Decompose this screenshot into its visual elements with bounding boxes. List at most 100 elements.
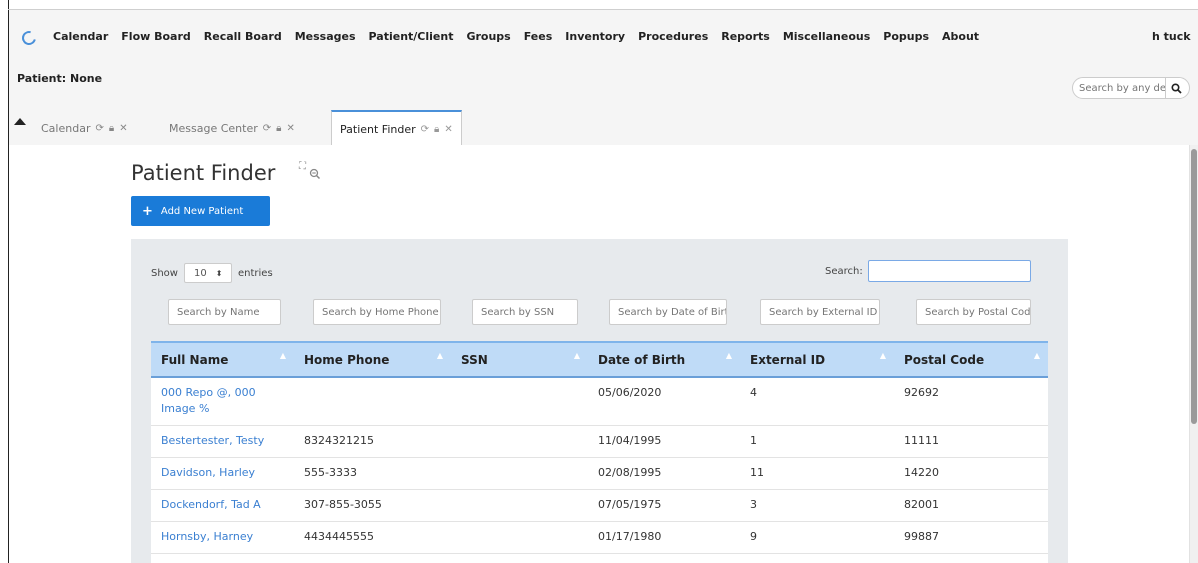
cell-dob: 01/17/1980 xyxy=(588,521,740,554)
filter-external-id-input[interactable] xyxy=(760,299,880,325)
filter-name-input[interactable] xyxy=(168,299,281,325)
cell-dob: 11/04/1995 xyxy=(588,425,740,458)
cell-ssn xyxy=(451,489,588,522)
app-logo-icon[interactable] xyxy=(19,28,39,48)
chevron-down-icon: ⬍ xyxy=(215,268,223,278)
cell-home-phone xyxy=(294,553,451,563)
column-header-dob[interactable]: Date of Birth ▲ xyxy=(588,341,740,378)
tab-label: Message Center xyxy=(169,121,258,135)
column-header-label: SSN xyxy=(461,352,488,367)
cell-dob: 07/05/1975 xyxy=(588,489,740,522)
cell-full-name[interactable]: Dockendorf, Tad A xyxy=(151,489,294,522)
tab-patient-finder[interactable]: Patient Finder ⟳ 🔒︎ ✕ xyxy=(331,110,462,147)
menu-inventory[interactable]: Inventory xyxy=(565,30,625,43)
user-menu[interactable]: h tuck xyxy=(1152,30,1191,43)
zoom-icon[interactable] xyxy=(309,168,321,184)
menu-calendar[interactable]: Calendar xyxy=(53,30,108,43)
table-row[interactable]: Huckster, Harald H 01/06/1971 8 14220 xyxy=(151,553,1048,563)
search-label: Search: xyxy=(825,265,863,277)
filter-ssn-input[interactable] xyxy=(472,299,578,325)
table-row[interactable]: Dockendorf, Tad A 307-855-3055 07/05/197… xyxy=(151,489,1048,522)
cell-postal-code: 99887 xyxy=(894,521,1048,554)
table-search-input[interactable] xyxy=(867,260,1031,282)
entries-select[interactable]: 10 ⬍ xyxy=(183,263,232,283)
cell-postal-code: 92692 xyxy=(894,377,1048,426)
column-header-home-phone[interactable]: Home Phone ▲ xyxy=(294,341,451,378)
show-label: Show xyxy=(151,267,178,279)
filter-postal-code-input[interactable] xyxy=(916,299,1031,325)
cell-external-id: 4 xyxy=(740,377,894,426)
add-new-patient-label: Add New Patient xyxy=(160,205,244,217)
sort-icon: ▲ xyxy=(436,351,443,360)
entries-value: 10 xyxy=(193,267,207,279)
expand-icon[interactable]: ⛶ xyxy=(299,161,306,172)
column-header-full-name[interactable]: Full Name ▲ xyxy=(151,341,294,378)
sort-icon: ▲ xyxy=(1033,351,1040,360)
menu-about[interactable]: About xyxy=(942,30,979,43)
search-icon xyxy=(1171,82,1182,94)
cell-dob: 02/08/1995 xyxy=(588,457,740,490)
menu-messages[interactable]: Messages xyxy=(295,30,356,43)
table-header-row: Full Name ▲ Home Phone ▲ SSN ▲ Date of Birt… xyxy=(151,341,1048,378)
global-search-input[interactable] xyxy=(1073,79,1165,97)
tab-message-center[interactable]: Message Center ⟳ 🔒︎ ✕ xyxy=(169,110,295,146)
column-header-postal-code[interactable]: Postal Code ▲ xyxy=(894,341,1048,378)
add-new-patient-button[interactable]: + Add New Patient xyxy=(131,196,270,226)
menu-recall-board[interactable]: Recall Board xyxy=(204,30,282,43)
sort-icon: ▲ xyxy=(879,351,886,360)
current-patient-label: Patient: None xyxy=(17,72,103,85)
close-icon[interactable]: ✕ xyxy=(286,123,294,134)
lock-icon[interactable]: 🔒︎ xyxy=(109,123,114,134)
scrollbar-thumb[interactable] xyxy=(1191,149,1197,424)
column-header-ssn[interactable]: SSN ▲ xyxy=(451,341,588,378)
menu-miscellaneous[interactable]: Miscellaneous xyxy=(783,30,870,43)
top-navigation: Calendar Flow Board Recall Board Message… xyxy=(9,10,1198,147)
patient-table: Full Name ▲ Home Phone ▲ SSN ▲ Date of Birt… xyxy=(151,341,1048,563)
cell-full-name[interactable]: Hornsby, Harney xyxy=(151,521,294,554)
refresh-icon[interactable]: ⟳ xyxy=(95,123,103,134)
column-header-label: External ID xyxy=(750,352,826,367)
global-search-button[interactable] xyxy=(1165,78,1187,98)
filter-dob-input[interactable] xyxy=(609,299,727,325)
cell-full-name[interactable]: Huckster, Harald H xyxy=(151,553,294,563)
tab-label: Patient Finder xyxy=(340,123,416,136)
refresh-icon[interactable]: ⟳ xyxy=(421,124,429,135)
menu-fees[interactable]: Fees xyxy=(524,30,553,43)
tab-calendar[interactable]: Calendar ⟳ 🔒︎ ✕ xyxy=(41,110,128,146)
close-icon[interactable]: ✕ xyxy=(444,124,452,135)
entries-length-control: Show 10 ⬍ entries xyxy=(151,263,273,283)
menu-patient-client[interactable]: Patient/Client xyxy=(369,30,454,43)
column-header-label: Home Phone xyxy=(304,352,390,367)
vertical-scrollbar[interactable] xyxy=(1189,145,1198,563)
main-menu: Calendar Flow Board Recall Board Message… xyxy=(53,30,992,43)
cell-home-phone: 555-3333 xyxy=(294,457,451,490)
lock-icon[interactable]: 🔒︎ xyxy=(434,124,439,135)
cell-full-name[interactable]: Bestertester, Testy xyxy=(151,425,294,458)
cell-ssn xyxy=(451,425,588,458)
cell-external-id: 3 xyxy=(740,489,894,522)
lock-icon[interactable]: 🔒︎ xyxy=(276,123,281,134)
table-row[interactable]: Davidson, Harley 555-3333 02/08/1995 11 … xyxy=(151,457,1048,490)
menu-popups[interactable]: Popups xyxy=(883,30,929,43)
entries-label: entries xyxy=(237,267,273,279)
cell-home-phone xyxy=(294,377,451,426)
cell-dob: 05/06/2020 xyxy=(588,377,740,426)
close-icon[interactable]: ✕ xyxy=(119,123,127,134)
menu-groups[interactable]: Groups xyxy=(466,30,510,43)
cell-external-id: 8 xyxy=(740,553,894,563)
refresh-icon[interactable]: ⟳ xyxy=(263,123,271,134)
table-row[interactable]: Hornsby, Harney 4434445555 01/17/1980 9 … xyxy=(151,521,1048,554)
column-header-external-id[interactable]: External ID ▲ xyxy=(740,341,894,378)
cell-full-name[interactable]: 000 Repo @, 000 Image % xyxy=(151,377,294,426)
cell-full-name[interactable]: Davidson, Harley xyxy=(151,457,294,490)
menu-flow-board[interactable]: Flow Board xyxy=(121,30,191,43)
table-row[interactable]: 000 Repo @, 000 Image % 05/06/2020 4 926… xyxy=(151,377,1048,426)
collapse-header-icon[interactable] xyxy=(14,118,26,125)
filter-home-phone-input[interactable] xyxy=(313,299,441,325)
cell-ssn xyxy=(451,377,588,426)
cell-ssn xyxy=(451,457,588,490)
menu-reports[interactable]: Reports xyxy=(721,30,770,43)
menu-procedures[interactable]: Procedures xyxy=(638,30,708,43)
table-row[interactable]: Bestertester, Testy 8324321215 11/04/199… xyxy=(151,425,1048,458)
main-content: Patient Finder ⛶ + Add New Patient Show … xyxy=(9,145,1189,563)
